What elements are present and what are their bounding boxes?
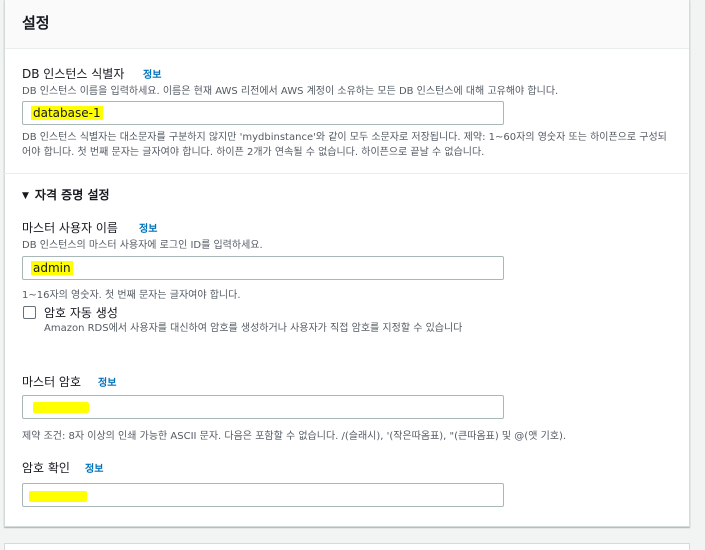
master-password-info-link[interactable]: 정보: [98, 374, 116, 389]
master-password-input[interactable]: [22, 395, 504, 419]
db-identifier-value: database-1: [31, 106, 103, 120]
db-identifier-info-link[interactable]: 정보: [143, 66, 161, 81]
master-username-input[interactable]: admin: [22, 256, 504, 280]
db-identifier-constraint: DB 인스턴스 식별자는 대소문자를 구분하지 않지만 'mydbinstanc…: [22, 132, 667, 158]
db-identifier-label: DB 인스턴스 식별자: [22, 67, 125, 81]
masked-password-highlight: [29, 491, 87, 502]
master-password-label: 마스터 암호: [22, 375, 82, 389]
db-identifier-input[interactable]: database-1: [22, 101, 504, 125]
section-divider: [4, 173, 688, 174]
db-identifier-description: DB 인스턴스 이름을 입력하세요. 이름은 현재 AWS 리전에서 AWS 계…: [22, 86, 559, 97]
master-password-constraint: 제약 조건: 8자 이상의 인쇄 가능한 ASCII 문자. 다음은 포함할 수…: [22, 431, 567, 442]
master-username-description: DB 인스턴스의 마스터 사용자에 로그인 ID를 입력하세요.: [22, 240, 263, 251]
caret-down-icon: ▼: [22, 191, 29, 201]
master-username-value: admin: [31, 261, 73, 275]
credentials-section-title: 자격 증명 설정: [34, 188, 110, 202]
auto-password-description: Amazon RDS에서 사용자를 대신하여 암호를 생성하거나 사용자가 직접…: [44, 323, 463, 334]
auto-password-checkbox[interactable]: [23, 306, 36, 319]
panel-header: 설정: [5, 0, 689, 49]
master-username-info-link[interactable]: 정보: [139, 220, 157, 235]
auto-password-label: 암호 자동 생성: [44, 306, 118, 320]
confirm-password-label: 암호 확인: [22, 461, 70, 475]
master-username-label: 마스터 사용자 이름: [22, 221, 118, 235]
next-panel-edge: [4, 543, 690, 550]
confirm-password-input[interactable]: [22, 483, 504, 507]
master-username-constraint: 1~16자의 영숫자. 첫 번째 문자는 글자여야 합니다.: [22, 290, 241, 301]
credentials-section-toggle[interactable]: ▼ 자격 증명 설정: [22, 186, 110, 203]
masked-password-highlight: [33, 402, 89, 413]
panel-title: 설정: [22, 14, 50, 32]
confirm-password-info-link[interactable]: 정보: [85, 460, 103, 475]
